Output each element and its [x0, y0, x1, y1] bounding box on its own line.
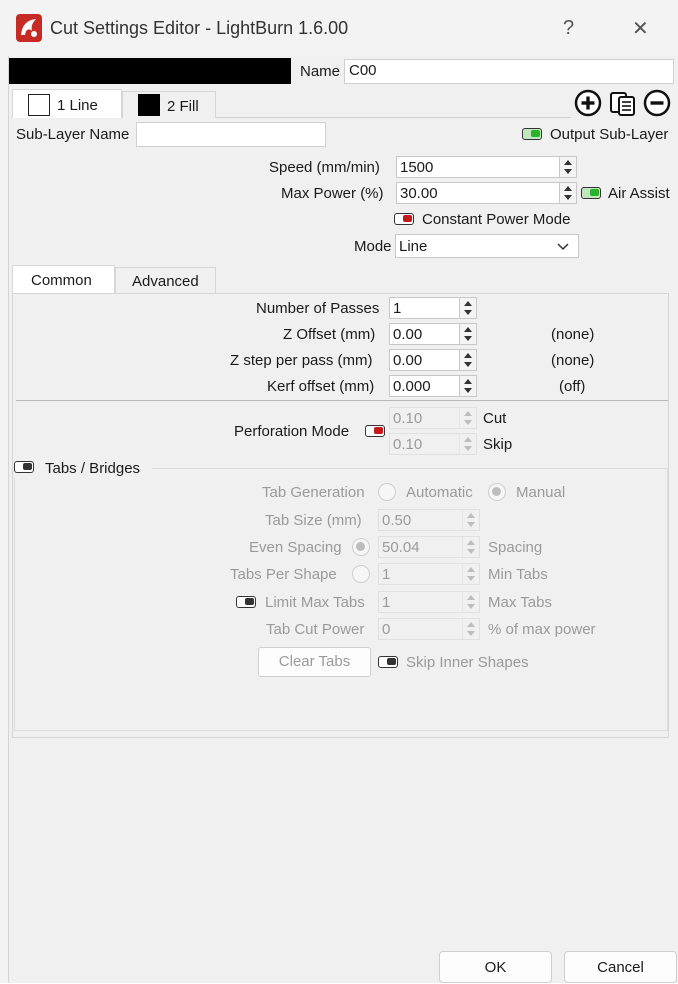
skip-inner-shapes-toggle[interactable]: [378, 656, 398, 668]
spacing-label: Spacing: [488, 539, 543, 556]
automatic-radio[interactable]: [378, 483, 396, 501]
tab-cut-power-label: Tab Cut Power: [266, 621, 365, 638]
close-button[interactable]: ✕: [632, 16, 649, 41]
sublayer-tab-label: 1 Line: [57, 97, 98, 114]
speed-spin-arrows[interactable]: [559, 157, 576, 177]
air-assist-label: Air Assist: [608, 185, 670, 202]
chevron-down-icon: [556, 239, 570, 253]
kerf-input[interactable]: 0.000: [389, 375, 477, 397]
name-label: Name: [300, 63, 341, 80]
max-power-input[interactable]: 30.00: [396, 182, 577, 204]
z-offset-spin-arrows[interactable]: [459, 324, 476, 344]
min-tabs-input[interactable]: 1: [378, 563, 480, 585]
help-button[interactable]: ?: [563, 17, 574, 40]
sublayer-swatch-white: [28, 94, 50, 116]
sublayer-swatch-black: [138, 94, 160, 116]
name-input[interactable]: C00: [344, 59, 674, 84]
window-title: Cut Settings Editor - LightBurn 1.6.00: [50, 18, 349, 38]
z-offset-input[interactable]: 0.00: [389, 323, 477, 345]
tabs-per-shape-label: Tabs Per Shape: [230, 566, 337, 583]
passes-input[interactable]: 1: [389, 297, 477, 319]
output-sublayer-toggle[interactable]: [522, 128, 542, 140]
max-tabs-label: Max Tabs: [488, 594, 552, 611]
limit-max-tabs-toggle[interactable]: [236, 596, 256, 608]
sublayer-name-input[interactable]: [136, 122, 326, 147]
max-power-spin-arrows[interactable]: [559, 183, 576, 203]
kerf-note: (off): [559, 378, 586, 395]
max-power-label: Max Power (%): [281, 185, 384, 202]
limit-max-tabs-label: Limit Max Tabs: [265, 594, 365, 611]
tabs-bridges-toggle[interactable]: [14, 461, 34, 473]
sublayer-tab-line[interactable]: 1 Line: [12, 89, 122, 118]
tab-size-label: Tab Size (mm): [265, 512, 362, 529]
passes-label: Number of Passes: [256, 300, 380, 317]
kerf-spin-arrows[interactable]: [459, 376, 476, 396]
perf-skip-label: Skip: [483, 436, 513, 453]
z-step-input[interactable]: 0.00: [389, 349, 477, 371]
sublayer-tab-label: 2 Fill: [167, 98, 199, 115]
air-assist-toggle[interactable]: [581, 187, 601, 199]
window-left-edge: [0, 0, 9, 983]
constant-power-label: Constant Power Mode: [422, 211, 571, 228]
perf-cut-label: Cut: [483, 410, 507, 427]
tab-divider: [216, 117, 571, 118]
section-divider: [16, 400, 668, 401]
even-spacing-radio[interactable]: [352, 538, 370, 556]
add-sublayer-icon[interactable]: [574, 89, 602, 117]
cancel-button[interactable]: Cancel: [564, 951, 677, 983]
perforation-toggle[interactable]: [365, 425, 385, 437]
tab-cut-power-unit: % of max power: [488, 621, 596, 638]
min-tabs-label: Min Tabs: [488, 566, 548, 583]
max-tabs-input[interactable]: 1: [378, 591, 480, 613]
copy-sublayer-icon[interactable]: [608, 89, 638, 117]
z-step-label: Z step per pass (mm): [230, 352, 373, 369]
perforation-label: Perforation Mode: [234, 423, 350, 440]
z-step-note: (none): [551, 352, 595, 369]
tab-advanced[interactable]: Advanced: [115, 267, 216, 294]
z-step-spin-arrows[interactable]: [459, 350, 476, 370]
z-offset-note: (none): [551, 326, 595, 343]
constant-power-toggle[interactable]: [394, 213, 414, 225]
kerf-label: Kerf offset (mm): [267, 378, 375, 395]
manual-radio[interactable]: [488, 483, 506, 501]
manual-label: Manual: [516, 484, 566, 501]
mode-label: Mode: [354, 238, 392, 255]
perf-cut-input[interactable]: 0.10: [389, 407, 477, 429]
even-spacing-label: Even Spacing: [249, 539, 342, 556]
output-sublayer-label: Output Sub-Layer: [550, 126, 669, 143]
clear-tabs-button[interactable]: Clear Tabs: [258, 647, 371, 677]
skip-inner-shapes-label: Skip Inner Shapes: [406, 654, 529, 671]
tab-generation-label: Tab Generation: [262, 484, 365, 501]
tabs-per-shape-radio[interactable]: [352, 565, 370, 583]
automatic-label: Automatic: [406, 484, 473, 501]
sublayer-name-label: Sub-Layer Name: [16, 126, 130, 143]
speed-input[interactable]: 1500: [396, 156, 577, 178]
speed-label: Speed (mm/min): [269, 159, 380, 176]
sublayer-tab-fill[interactable]: 2 Fill: [122, 91, 216, 118]
lightburn-logo-icon: [16, 14, 42, 42]
remove-sublayer-icon[interactable]: [643, 89, 671, 117]
tabs-bridges-label: Tabs / Bridges: [45, 460, 141, 477]
tab-common[interactable]: Common: [12, 265, 115, 294]
spacing-input[interactable]: 50.04: [378, 536, 480, 558]
mode-select[interactable]: Line: [395, 234, 579, 258]
tab-cut-power-input[interactable]: 0: [378, 618, 480, 640]
redacted-bar: [9, 58, 291, 84]
passes-spin-arrows[interactable]: [459, 298, 476, 318]
perf-skip-input[interactable]: 0.10: [389, 433, 477, 455]
ok-button[interactable]: OK: [439, 951, 552, 983]
z-offset-label: Z Offset (mm): [283, 326, 376, 343]
tab-size-input[interactable]: 0.50: [378, 509, 480, 531]
